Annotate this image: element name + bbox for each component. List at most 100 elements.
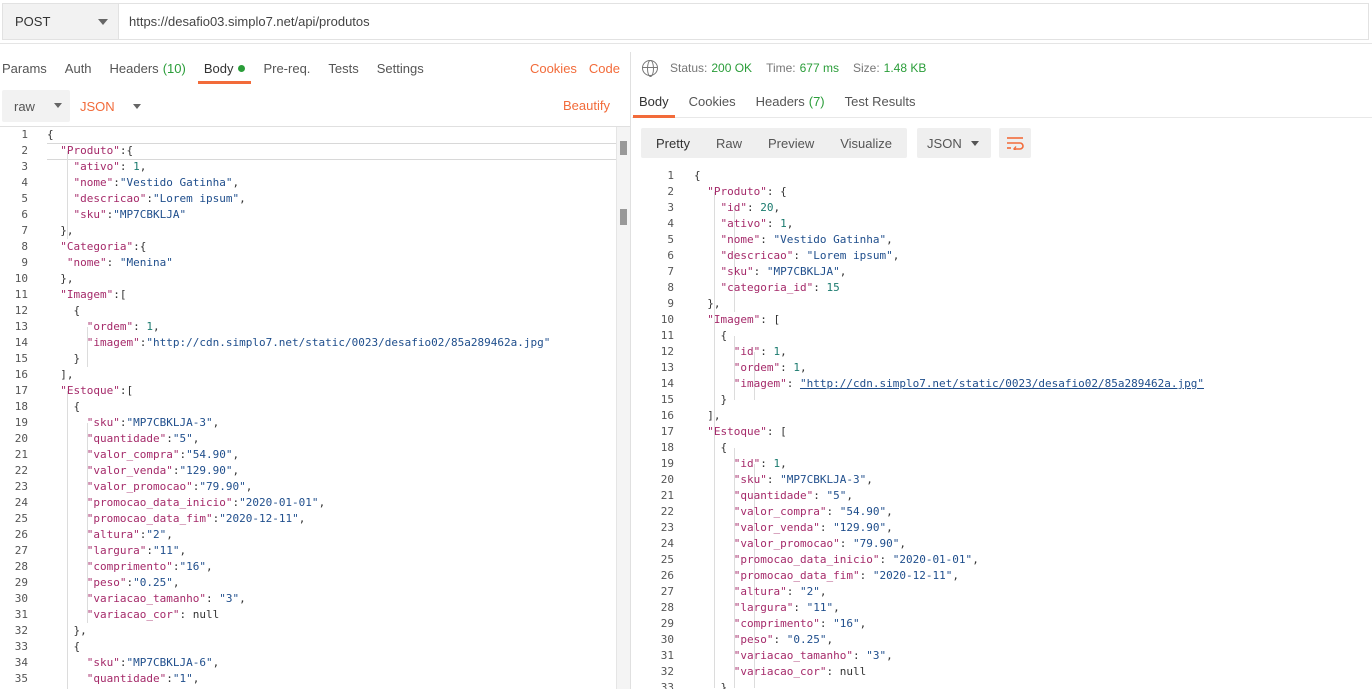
code-line: 24 "valor_promocao": "79.90", [632,536,906,552]
tab-headers[interactable]: Headers (10) [110,52,186,84]
size-value: 1.48 KB [883,61,927,75]
line-number: 16 [14,368,28,381]
code-line: 1{ [632,168,700,184]
code-text: "Estoque": [ [707,425,787,438]
line-number: 9 [667,297,674,310]
code-text: "altura":"2", [86,528,173,541]
code-text: } [47,352,81,365]
code-text: "variacao_cor": null [86,608,220,621]
line-number: 29 [14,576,28,589]
line-number: 26 [660,569,674,582]
code-line: 33 { [0,639,80,655]
code-text: "Imagem":[ [60,288,127,301]
code-line: 8 "categoria_id": 15 [632,280,839,296]
header-count: (10) [162,60,186,76]
line-number: 9 [21,256,28,269]
body-toolbar: raw JSON Beautify [0,88,630,124]
line-number: 10 [660,313,674,326]
line-number: 21 [660,489,674,502]
tab-label: Body [203,60,234,76]
code-text: "descricao": "Lorem ipsum", [720,249,900,262]
code-text: { [47,400,81,413]
line-number: 5 [21,192,28,205]
line-number: 6 [21,208,28,221]
code-text: "sku": "MP7CBKLJA", [720,265,847,278]
body-indicator-dot [238,64,246,72]
tab-label: Params [2,60,47,76]
code-text: "sku":"MP7CBKLJA-6", [86,656,220,669]
method-label: POST [15,14,51,29]
response-format-select[interactable]: JSON [917,128,992,158]
code-text: "Imagem": [ [707,313,781,326]
view-raw-button[interactable]: Raw [703,136,755,151]
beautify-button[interactable]: Beautify [563,98,610,113]
scrollbar-thumb[interactable] [620,209,627,225]
cookies-link[interactable]: Cookies [530,61,577,76]
code-line: 3 "id": 20, [632,200,780,216]
code-text: "ordem": 1, [733,361,807,374]
image-url-link[interactable]: "http://cdn.simplo7.net/static/0023/desa… [800,377,1204,390]
line-number: 8 [21,240,28,253]
code-line: 4 "ativo": 1, [632,216,793,232]
body-format-select[interactable]: JSON [80,99,141,114]
line-number: 26 [14,528,28,541]
globe-icon[interactable] [642,60,658,77]
line-number: 17 [14,384,28,397]
code-line: 31 "variacao_cor": null [0,607,219,623]
tab-settings[interactable]: Settings [377,52,424,84]
code-text: "largura":"11", [86,544,187,557]
code-line: 2 "Produto":{ [0,143,133,159]
code-text: "quantidade":"1", [86,672,200,685]
tab-response-headers[interactable]: Headers (7) [756,86,825,118]
code-text: "ativo": 1, [73,160,147,173]
code-text: "id": 20, [720,201,781,214]
tab-body[interactable]: Body [197,52,252,84]
tab-auth[interactable]: Auth [65,52,92,84]
code-line: 20 "sku": "MP7CBKLJA-3", [632,472,873,488]
code-text: "peso": "0.25", [733,633,834,646]
code-line: 13 "ordem": 1, [0,319,160,335]
line-number: 23 [660,521,674,534]
view-visualize-button[interactable]: Visualize [827,136,905,151]
tab-response-body[interactable]: Body [633,86,675,118]
tab-response-cookies[interactable]: Cookies [689,86,736,118]
method-select[interactable]: POST [2,3,118,40]
code-line: 23 "valor_venda": "129.90", [632,520,893,536]
code-line: 25 "promocao_data_fim":"2020-12-11", [0,511,306,527]
line-number: 16 [660,409,674,422]
line-number: 30 [14,592,28,605]
code-line: 13 "ordem": 1, [632,360,807,376]
url-input[interactable]: https://desafio03.simplo7.net/api/produt… [118,3,1369,40]
code-text: "valor_venda":"129.90", [86,464,240,477]
line-number: 25 [14,512,28,525]
code-line: 22 "valor_compra": "54.90", [632,504,893,520]
response-body-viewer[interactable]: 1{2 "Produto": {3 "id": 20, 4 "ativo": 1,… [632,168,1372,689]
code-text: "valor_venda": "129.90", [733,521,893,534]
code-text: "valor_compra":"54.90", [86,448,240,461]
view-preview-button[interactable]: Preview [755,136,827,151]
line-number: 20 [14,432,28,445]
request-body-editor[interactable]: 1{2 "Produto":{3 "ativo": 1, 4 "nome":"Ve… [0,126,630,689]
code-line: 32 }, [0,623,87,639]
line-number: 30 [660,633,674,646]
code-text: { [47,128,54,141]
body-mode-select[interactable]: raw [2,90,70,122]
code-line: 7 }, [0,223,73,239]
code-line: 9 "nome": "Menina" [0,255,172,271]
wrap-lines-button[interactable] [999,128,1032,158]
tab-tests[interactable]: Tests [328,52,358,84]
tab-label: Cookies [688,94,736,109]
code-text: }, [694,681,734,689]
code-text: "quantidade": "5", [733,489,853,502]
tab-test-results[interactable]: Test Results [845,86,916,118]
code-text: "comprimento":"16", [86,560,213,573]
line-number: 12 [14,304,28,317]
code-link[interactable]: Code [589,61,620,76]
tab-params[interactable]: Params [2,52,47,84]
editor-scrollbar[interactable] [616,127,630,689]
tab-pre-request[interactable]: Pre-req. [263,52,310,84]
tab-label: Test Results [844,94,916,109]
view-pretty-button[interactable]: Pretty [643,136,703,151]
code-text: "categoria_id": 15 [720,281,840,294]
tab-label: Auth [64,60,92,76]
